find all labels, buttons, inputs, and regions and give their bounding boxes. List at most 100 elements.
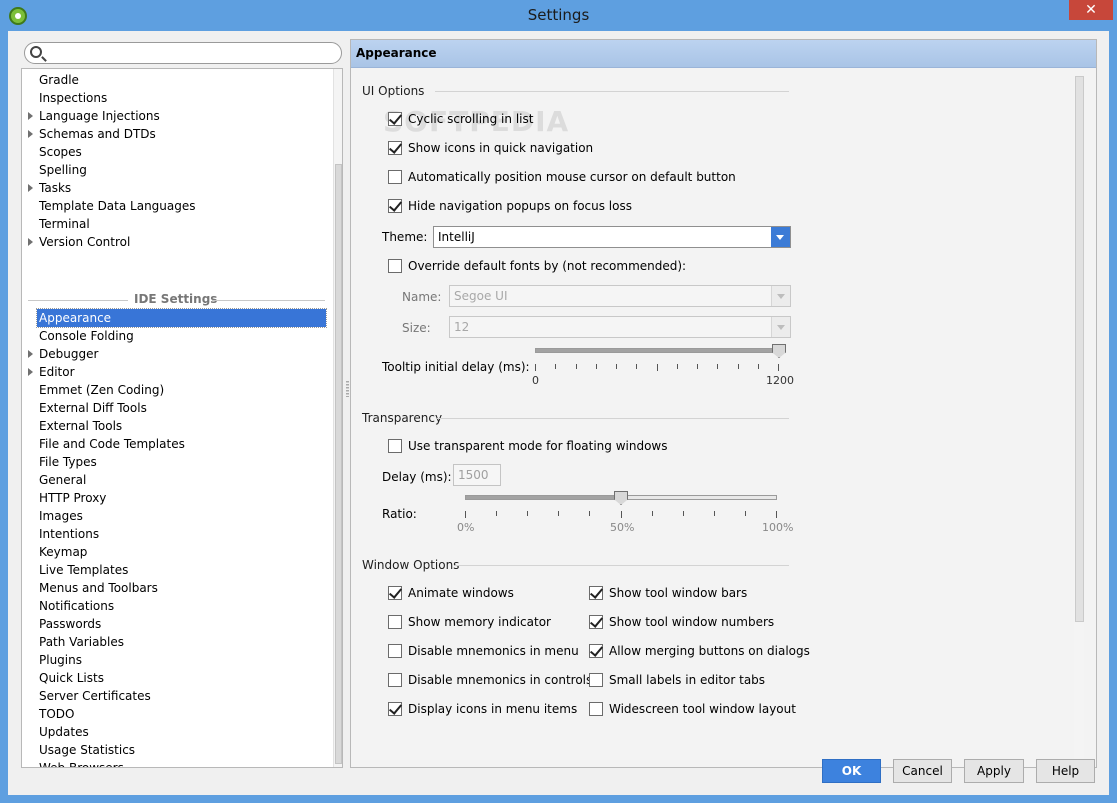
tree-item[interactable]: Tasks [22, 179, 327, 197]
tree-item[interactable]: Language Injections [22, 107, 327, 125]
splitter-handle[interactable] [346, 381, 349, 397]
expand-arrow-icon[interactable] [28, 368, 33, 376]
checkbox-label: Show icons in quick navigation [408, 141, 594, 155]
title-bar[interactable]: Settings ✕ [0, 0, 1117, 32]
checkbox-box[interactable] [589, 615, 603, 629]
tree-item[interactable]: General [22, 471, 327, 489]
checkbox-box[interactable] [388, 141, 402, 155]
slider-tick [776, 511, 777, 518]
checkbox-box[interactable] [388, 702, 402, 716]
tree-item[interactable]: Emmet (Zen Coding) [22, 381, 327, 399]
tree-item[interactable]: Schemas and DTDs [22, 125, 327, 143]
tree-item-label: External Diff Tools [39, 401, 147, 415]
close-button[interactable]: ✕ [1069, 0, 1113, 20]
tree-item[interactable]: Usage Statistics [22, 741, 327, 759]
slider-tick [717, 364, 719, 369]
theme-label: Theme: [382, 230, 428, 244]
slider-thumb[interactable] [614, 491, 628, 505]
tree-item[interactable]: Server Certificates [22, 687, 327, 705]
tree-scrollbar[interactable] [333, 69, 342, 767]
checkbox-box[interactable] [589, 673, 603, 687]
tree-item[interactable]: Appearance [22, 308, 327, 328]
slider-tick [656, 364, 658, 371]
tree-item[interactable]: Scopes [22, 143, 327, 161]
checkbox-box[interactable] [589, 586, 603, 600]
settings-tree[interactable]: Gradle Inspections Language Injections Sche… [21, 68, 343, 768]
checkbox-label: Display icons in menu items [408, 702, 578, 716]
ratio-tick-50: 50% [610, 521, 635, 534]
slider-track[interactable] [535, 348, 779, 353]
slider-thumb[interactable] [772, 344, 786, 358]
tree-item[interactable]: Keymap [22, 543, 327, 561]
theme-combobox[interactable]: IntelliJ [433, 226, 791, 248]
panel-scrollbar-thumb[interactable] [1075, 76, 1084, 622]
slider-tick [651, 511, 653, 516]
help-button[interactable]: Help [1036, 759, 1095, 783]
tree-item[interactable]: Path Variables [22, 633, 327, 651]
dropdown-arrow-icon[interactable] [771, 227, 790, 247]
tree-item[interactable]: Quick Lists [22, 669, 327, 687]
tree-item[interactable]: File and Code Templates [22, 435, 327, 453]
tree-item[interactable]: Terminal [22, 215, 327, 233]
tree-item[interactable]: Notifications [22, 597, 327, 615]
checkbox-box[interactable] [388, 673, 402, 687]
tree-item-label: Menus and Toolbars [39, 581, 158, 595]
tree-item[interactable]: Intentions [22, 525, 327, 543]
expand-arrow-icon[interactable] [28, 238, 33, 246]
expand-arrow-icon[interactable] [28, 350, 33, 358]
checkbox-box[interactable] [589, 702, 603, 716]
checkbox-label: Show tool window bars [609, 586, 748, 600]
cancel-button[interactable]: Cancel [893, 759, 952, 783]
font-size-combobox[interactable]: 12 [449, 316, 791, 338]
tree-item[interactable]: Gradle [22, 71, 327, 89]
tree-item[interactable]: Debugger [22, 345, 327, 363]
apply-button[interactable]: Apply [964, 759, 1024, 783]
expand-arrow-icon[interactable] [28, 184, 33, 192]
checkbox-box[interactable] [388, 199, 402, 213]
tree-item[interactable]: Updates [22, 723, 327, 741]
tooltip-delay-slider[interactable] [535, 342, 786, 382]
tree-item[interactable]: Menus and Toolbars [22, 579, 327, 597]
tree-item[interactable]: Console Folding [22, 327, 327, 345]
tree-item[interactable]: TODO [22, 705, 327, 723]
delay-input[interactable] [454, 465, 500, 485]
tree-item[interactable]: Inspections [22, 89, 327, 107]
tree-item[interactable]: Editor [22, 363, 327, 381]
checkbox-box[interactable] [388, 112, 402, 126]
expand-arrow-icon[interactable] [28, 130, 33, 138]
checkbox-box[interactable] [388, 170, 402, 184]
tree-item[interactable]: Passwords [22, 615, 327, 633]
expand-arrow-icon[interactable] [28, 112, 33, 120]
checkbox-box[interactable] [388, 259, 402, 273]
checkbox-box[interactable] [388, 586, 402, 600]
checkbox-label: Animate windows [408, 586, 514, 600]
tree-item[interactable]: Images [22, 507, 327, 525]
ok-button[interactable]: OK [822, 759, 881, 783]
checkbox-box[interactable] [388, 615, 402, 629]
tree-item-label: Keymap [39, 545, 88, 559]
tree-item[interactable]: External Tools [22, 417, 327, 435]
checkbox-box[interactable] [388, 439, 402, 453]
tree-item[interactable]: Version Control [22, 233, 327, 251]
tree-item[interactable]: Template Data Languages [22, 197, 327, 215]
tree-item[interactable]: File Types [22, 453, 327, 471]
checkbox-box[interactable] [388, 644, 402, 658]
settings-search[interactable] [24, 42, 342, 64]
panel-scrollbar[interactable] [1074, 76, 1084, 766]
tree-item[interactable]: Spelling [22, 161, 327, 179]
tree-scrollbar-thumb[interactable] [335, 164, 342, 764]
tree-item-label: Quick Lists [39, 671, 104, 685]
tree-item-label: Terminal [39, 217, 90, 231]
search-input[interactable] [47, 44, 337, 62]
dropdown-arrow-icon[interactable] [771, 286, 790, 306]
tree-item[interactable]: Web Browsers [22, 759, 327, 767]
tree-item[interactable]: Live Templates [22, 561, 327, 579]
delay-field[interactable] [453, 464, 501, 486]
tree-item[interactable]: Plugins [22, 651, 327, 669]
checkbox-box[interactable] [589, 644, 603, 658]
font-name-combobox[interactable]: Segoe UI [449, 285, 791, 307]
tree-item[interactable]: HTTP Proxy [22, 489, 327, 507]
tree-item-label: Inspections [39, 91, 108, 105]
tree-item[interactable]: External Diff Tools [22, 399, 327, 417]
dropdown-arrow-icon[interactable] [771, 317, 790, 337]
